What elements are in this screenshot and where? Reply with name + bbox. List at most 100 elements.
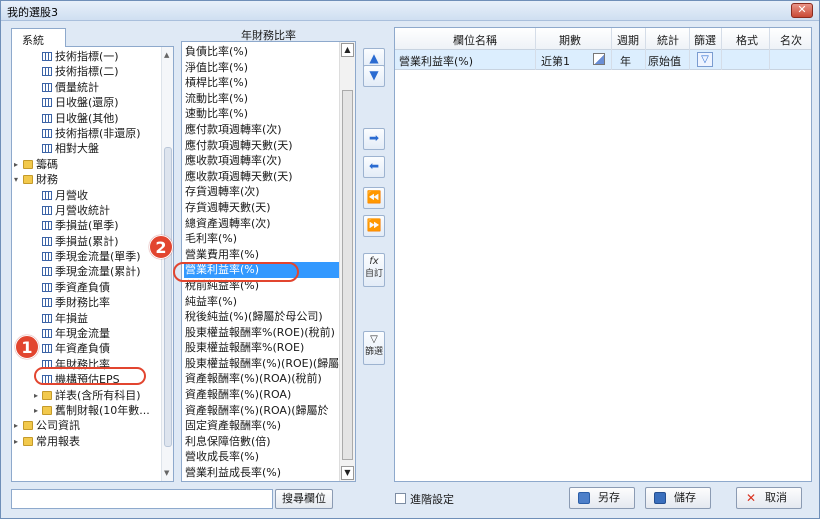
edit-icon[interactable] [593,53,605,65]
tree-item[interactable]: ▸ 舊制財報(10年數... [12,403,162,418]
list-item[interactable]: 資產報酬率(%)(ROA) [184,387,339,403]
advanced-settings-checkbox[interactable] [395,493,406,504]
list-item[interactable]: 槓桿比率(%) [184,75,339,91]
table-row[interactable]: 營業利益率(%) 近第1 年 原始值 ▽ [395,50,811,70]
tree-item-label: 舊制財報(10年數... [55,403,150,417]
row-stat[interactable]: 原始值 [648,53,681,69]
remove-field-button[interactable]: ⬅ [363,156,385,178]
list-item[interactable]: 應付款項週轉率(次) [184,122,339,138]
tree-item-label: 月營收統計 [55,203,110,217]
tree-scrollbar[interactable]: ▲ ▼ [161,47,173,481]
list-scroll-thumb[interactable] [342,90,353,460]
close-button[interactable]: ✕ [791,3,813,18]
chevron-right-icon[interactable]: ▸ [34,388,38,403]
tree-item-label: 季損益(單季) [55,219,119,233]
field-list-scrollbar[interactable]: ▲ ▼ [339,42,355,481]
tree-item[interactable]: ▸ 常用報表 [12,434,162,449]
row-period-count[interactable]: 近第1 [541,53,570,69]
col-header-filter[interactable]: 篩選 [690,32,720,48]
tree-item[interactable]: 技術指標(非還原) [12,126,162,141]
tree-item[interactable]: 月營收 [12,188,162,203]
folder-icon [23,436,33,446]
tree-item[interactable]: 相對大盤 [12,141,162,156]
list-scroll-up-icon[interactable]: ▲ [341,43,354,57]
cancel-button[interactable]: ✕ 取消 [736,487,802,509]
tree-item[interactable]: 季資產負債 [12,280,162,295]
list-item[interactable]: 營業費用率(%) [184,247,339,263]
list-item[interactable]: 應收款項週轉率(次) [184,153,339,169]
tree-item[interactable]: 價量統計 [12,80,162,95]
scroll-up-icon[interactable]: ▲ [164,51,169,59]
chevron-down-icon[interactable]: ▾ [14,172,18,187]
remove-all-button[interactable]: ⏪ [363,187,385,209]
tree-item-label: 籌碼 [36,157,58,171]
list-item[interactable]: 資產報酬率(%)(ROA)(稅前) [184,371,339,387]
list-item[interactable]: 營業利益成長率(%) [184,465,339,481]
list-item[interactable]: 純益率(%) [184,294,339,310]
tree-item[interactable]: 年損益 [12,311,162,326]
tree-item[interactable]: 季現金流量(累計) [12,264,162,279]
tree-item[interactable]: ▾ 財務 [12,172,162,187]
table-icon [42,113,52,123]
chevron-right-icon[interactable]: ▸ [34,403,38,418]
grid-header: 欄位名稱 期數 週期 統計 篩選 格式 名次 [395,28,811,50]
save-button[interactable]: 儲存 [645,487,711,509]
list-item[interactable]: 股東權益報酬率(%)(ROE)(歸屬 [184,356,339,372]
tree-item[interactable]: ▸ 籌碼 [12,157,162,172]
tab-system[interactable]: 系統 [11,28,66,47]
field-search-input[interactable] [11,489,273,509]
tree-item[interactable]: ▸ 詳表(含所有科目) [12,388,162,403]
list-item[interactable]: 股東權益報酬率%(ROE) [184,340,339,356]
col-header-periods[interactable]: 期數 [545,32,595,48]
list-item[interactable]: 毛利率(%) [184,231,339,247]
tree-item-label: 技術指標(非還原) [55,126,141,140]
list-item[interactable]: 淨值比率(%) [184,60,339,76]
chevron-right-icon[interactable]: ▸ [14,434,18,449]
list-item[interactable]: 稅後純益(%)(歸屬於母公司) [184,309,339,325]
list-item[interactable]: 負債比率(%) [184,44,339,60]
list-item[interactable]: 營收成長率(%) [184,449,339,465]
filter-button[interactable]: ▽ 篩選 [363,331,385,365]
row-cycle[interactable]: 年 [620,53,631,69]
list-item[interactable]: 總資產週轉率(次) [184,216,339,232]
tree-item[interactable]: 季現金流量(單季) [12,249,162,264]
chevron-right-icon[interactable]: ▸ [14,157,18,172]
tree-item[interactable]: 日收盤(還原) [12,95,162,110]
tree-item[interactable]: 技術指標(一) [12,49,162,64]
tree-item[interactable]: 月營收統計 [12,203,162,218]
tree-item[interactable]: 季損益(累計) [12,234,162,249]
chevron-right-icon[interactable]: ▸ [14,418,18,433]
tree-item[interactable]: 季損益(單季) [12,218,162,233]
col-header-name[interactable]: 欄位名稱 [415,32,535,48]
list-item[interactable]: 應收款項週轉天數(天) [184,169,339,185]
list-item[interactable]: 資產報酬率(%)(ROA)(歸屬於 [184,403,339,419]
tree-scroll-thumb[interactable] [164,147,172,447]
highlight-ring-1 [34,367,146,385]
move-down-button[interactable]: ▼ [363,65,385,87]
tree-item[interactable]: 日收盤(其他) [12,111,162,126]
search-field-button[interactable]: 搜尋欄位 [275,489,333,509]
row-filter-icon[interactable]: ▽ [697,52,713,67]
list-item[interactable]: 流動比率(%) [184,91,339,107]
tree-item[interactable]: ▸ 公司資訊 [12,418,162,433]
tree-item[interactable]: 季財務比率 [12,295,162,310]
list-scroll-down-icon[interactable]: ▼ [341,466,354,480]
list-item[interactable]: 速動比率(%) [184,106,339,122]
list-item[interactable]: 存貨週轉天數(天) [184,200,339,216]
scroll-down-icon[interactable]: ▼ [164,469,169,477]
col-header-cycle[interactable]: 週期 [613,32,643,48]
tree-item-label: 年現金流量 [55,327,110,341]
add-field-button[interactable]: ➡ [363,128,385,150]
save-as-button[interactable]: 另存 [569,487,635,509]
list-item[interactable]: 利息保障倍數(倍) [184,434,339,450]
list-item[interactable]: 應付款項週轉天數(天) [184,138,339,154]
col-header-format[interactable]: 格式 [725,32,769,48]
list-item[interactable]: 固定資產報酬率(%) [184,418,339,434]
custom-button[interactable]: fx 自訂 [363,253,385,287]
list-item[interactable]: 存貨週轉率(次) [184,184,339,200]
col-header-rank[interactable]: 名次 [773,32,809,48]
add-all-button[interactable]: ⏩ [363,215,385,237]
tree-item[interactable]: 技術指標(二) [12,64,162,79]
list-item[interactable]: 股東權益報酬率%(ROE)(稅前) [184,325,339,341]
col-header-stat[interactable]: 統計 [646,32,690,48]
